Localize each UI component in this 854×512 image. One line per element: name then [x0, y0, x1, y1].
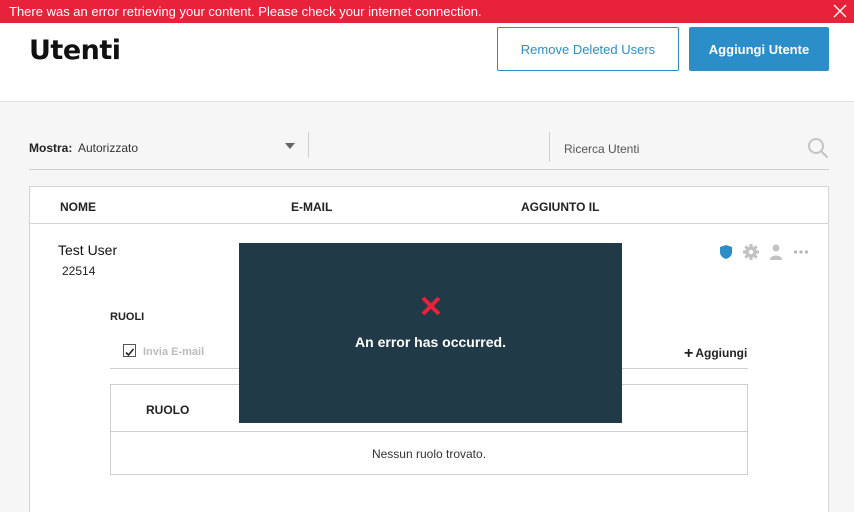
person-icon[interactable]: [768, 243, 784, 261]
divider: [549, 132, 550, 162]
roles-empty-message: Nessun ruolo trovato.: [371, 447, 487, 461]
gear-icon[interactable]: [743, 243, 759, 261]
column-header-added[interactable]: AGGIUNTO IL: [521, 200, 599, 214]
page-header: Utenti Remove Deleted Users Aggiungi Ute…: [0, 23, 854, 102]
search-input[interactable]: [564, 138, 794, 160]
error-x-icon: [420, 295, 442, 317]
column-header-email[interactable]: E-MAIL: [291, 200, 332, 214]
row-actions: [718, 243, 814, 261]
invite-email-label: Invia E-mail: [143, 346, 205, 358]
shield-icon[interactable]: [718, 243, 734, 261]
user-id: 22514: [62, 264, 96, 278]
close-icon[interactable]: [832, 0, 848, 23]
error-banner: There was an error retrieving your conte…: [0, 0, 854, 23]
chevron-down-icon[interactable]: [285, 143, 295, 149]
filter-label: Mostra:: [29, 141, 73, 155]
add-role-button[interactable]: + Aggiungi: [684, 345, 747, 363]
roles-section-title: RUOLI: [110, 311, 145, 323]
add-user-button[interactable]: Aggiungi Utente: [689, 27, 829, 71]
filter-bar: Mostra: Autorizzato: [29, 132, 829, 170]
search-icon[interactable]: [807, 137, 829, 159]
table-header: NOME E-MAIL AGGIUNTO IL: [30, 187, 828, 224]
divider: [308, 132, 309, 158]
user-name[interactable]: Test User: [58, 242, 117, 258]
column-header-name[interactable]: NOME: [60, 200, 96, 214]
invite-email-checkbox[interactable]: [123, 344, 136, 357]
error-modal: An error has occurred.: [239, 243, 622, 423]
status-filter-select[interactable]: Autorizzato: [78, 141, 138, 155]
plus-icon: +: [684, 345, 694, 362]
error-message: An error has occurred.: [355, 334, 506, 350]
page-title: Utenti: [29, 35, 121, 66]
add-role-label: Aggiungi: [695, 346, 748, 360]
error-banner-message: There was an error retrieving your conte…: [9, 4, 482, 19]
more-icon[interactable]: [793, 243, 809, 261]
column-header-role: RUOLO: [146, 403, 190, 417]
remove-deleted-users-button[interactable]: Remove Deleted Users: [497, 27, 679, 71]
